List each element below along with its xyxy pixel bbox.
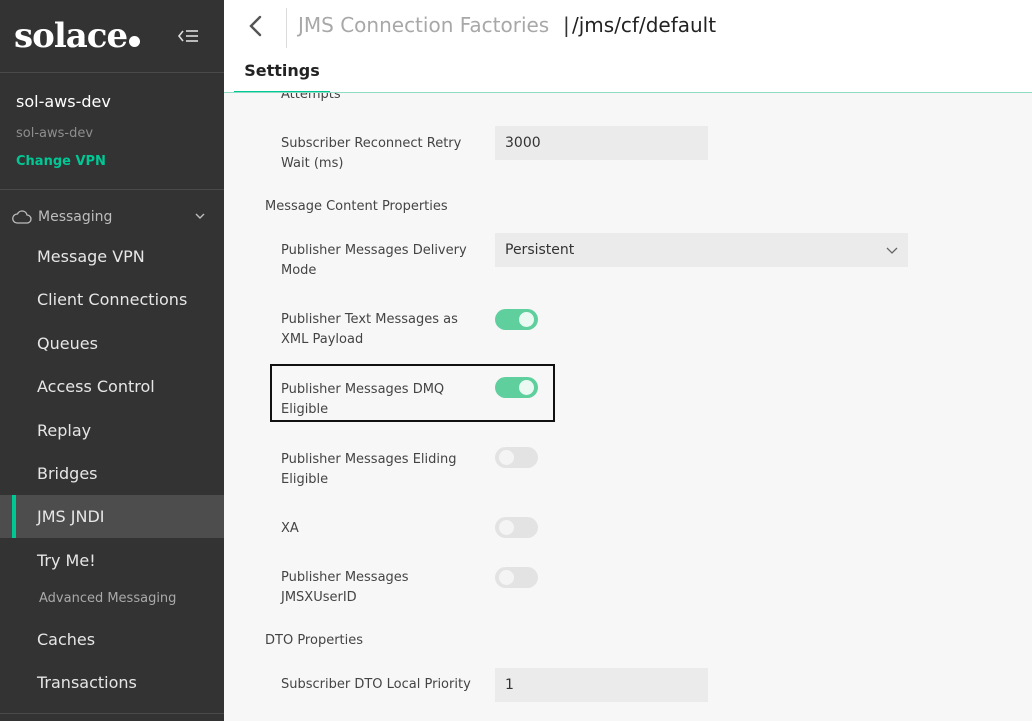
delivery-mode-value: Persistent <box>505 242 575 258</box>
toggle-knob <box>519 380 534 395</box>
page-title: /jms/cf/default <box>572 13 717 37</box>
change-vpn-link[interactable]: Change VPN <box>16 154 106 169</box>
delivery-mode-label: Publisher Messages Delivery Mode <box>281 243 467 278</box>
sidebar-divider <box>0 189 224 190</box>
collapse-sidebar-icon[interactable] <box>176 26 200 46</box>
delivery-mode-select[interactable]: Persistent <box>495 233 908 267</box>
sidebar-item-label: Transactions <box>37 673 137 692</box>
sidebar-item-label: Access Control <box>37 377 155 396</box>
text-xml-payload-toggle[interactable] <box>495 309 538 330</box>
tab-settings[interactable]: Settings <box>234 52 330 93</box>
sidebar-item-label: Replay <box>37 421 92 440</box>
solace-logo: solace <box>14 16 141 56</box>
sidebar-item-replay[interactable]: Replay <box>0 409 224 452</box>
sidebar-item-jms-jndi[interactable]: JMS JNDI <box>0 495 224 538</box>
sidebar-item-access-control[interactable]: Access Control <box>0 365 224 408</box>
header-divider <box>286 8 287 48</box>
sidebar: solace sol-aws-dev sol-aws-dev Change VP… <box>0 0 224 721</box>
back-arrow-icon[interactable] <box>244 12 268 40</box>
jmsx-userid-label: Publisher Messages JMSXUserID <box>281 570 409 605</box>
sidebar-item-label: Queues <box>37 334 98 353</box>
sidebar-item-client-connections[interactable]: Client Connections <box>0 278 224 321</box>
breadcrumb-jms-connection-factories[interactable]: JMS Connection Factories <box>298 13 549 37</box>
logo-text: solace <box>14 16 128 56</box>
sidebar-item-label: Try Me! <box>37 551 96 570</box>
sidebar-item-label: Bridges <box>37 464 98 483</box>
breadcrumb-separator: | <box>563 13 570 37</box>
attempts-label: Attempts <box>281 93 341 102</box>
reconnect-retry-wait-input[interactable] <box>495 126 708 160</box>
toggle-knob <box>519 312 534 327</box>
dmq-eligible-label: Publisher Messages DMQ Eligible <box>281 382 445 417</box>
chevron-down-icon <box>195 213 205 219</box>
sidebar-item-message-vpn[interactable]: Message VPN <box>0 235 224 278</box>
chevron-down-icon <box>886 247 898 254</box>
messaging-section-toggle[interactable]: Messaging <box>12 206 212 228</box>
sidebar-item-label: Message VPN <box>37 247 145 266</box>
eliding-eligible-toggle[interactable] <box>495 447 538 468</box>
settings-form: Attempts Subscriber Reconnect Retry Wait… <box>224 93 1032 721</box>
sidebar-item-caches[interactable]: Caches <box>0 618 224 661</box>
toggle-knob <box>499 570 514 585</box>
logo-dot <box>129 36 141 47</box>
vpn-subtitle: sol-aws-dev <box>16 126 94 141</box>
sidebar-item-label: Client Connections <box>37 290 188 309</box>
eliding-eligible-label: Publisher Messages Eliding Eligible <box>281 452 457 487</box>
sidebar-divider <box>0 713 224 714</box>
message-content-properties-heading: Message Content Properties <box>265 199 448 214</box>
dto-local-priority-label: Subscriber DTO Local Priority <box>281 677 471 692</box>
messaging-section-label: Messaging <box>38 209 113 225</box>
sidebar-item-transactions[interactable]: Transactions <box>0 661 224 704</box>
dmq-eligible-toggle[interactable] <box>495 377 538 398</box>
xa-toggle[interactable] <box>495 517 538 538</box>
sidebar-divider <box>0 72 224 73</box>
toggle-knob <box>499 450 514 465</box>
advanced-messaging-section: Advanced Messaging <box>39 591 177 606</box>
text-xml-payload-label: Publisher Text Messages as XML Payload <box>281 312 458 347</box>
vpn-name: sol-aws-dev <box>16 92 111 111</box>
sidebar-item-label: Caches <box>37 630 96 649</box>
sidebar-item-try-me[interactable]: Try Me! <box>0 539 224 582</box>
reconnect-retry-wait-label: Subscriber Reconnect Retry Wait (ms) <box>281 136 462 171</box>
sidebar-item-queues[interactable]: Queues <box>0 322 224 365</box>
dto-properties-heading: DTO Properties <box>265 633 364 648</box>
cloud-icon <box>12 210 32 224</box>
jmsx-userid-toggle[interactable] <box>495 567 538 588</box>
toggle-knob <box>499 520 514 535</box>
sidebar-item-bridges[interactable]: Bridges <box>0 452 224 495</box>
dto-local-priority-input[interactable] <box>495 668 708 702</box>
sidebar-item-label: JMS JNDI <box>37 507 105 526</box>
xa-label: XA <box>281 521 299 536</box>
page-header: JMS Connection Factories | /jms/cf/defau… <box>224 0 1032 93</box>
